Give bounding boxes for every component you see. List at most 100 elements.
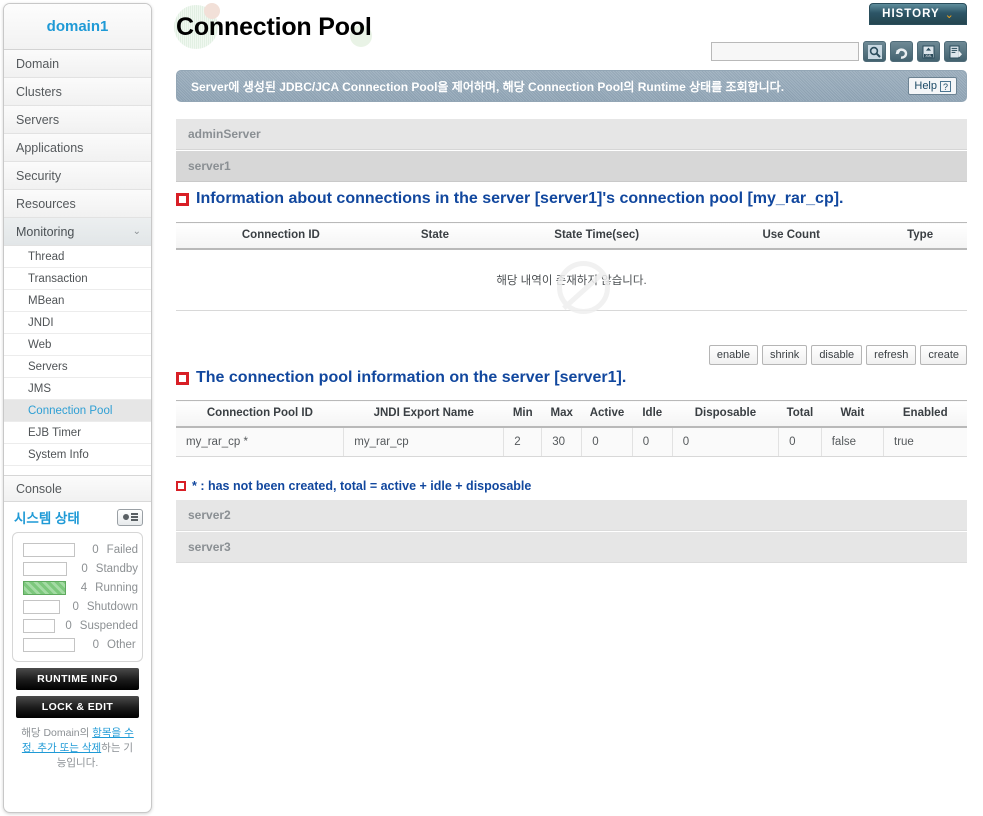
sidebar-subitem-servers[interactable]: Servers (4, 356, 151, 378)
connections-table: Connection ID State State Time(sec) Use Cou… (176, 222, 967, 311)
column-header: Disposable (672, 400, 779, 428)
status-label-running: Running (95, 581, 138, 594)
status-label-shutdown: Shutdown (86, 600, 138, 613)
svg-text:XML: XML (925, 54, 932, 58)
sidebar-submenu: Thread Transaction MBean JNDI Web Servers JMS C… (4, 246, 151, 466)
submenu-spacer (4, 466, 151, 476)
status-count-suspended: 0 (65, 619, 72, 632)
empty-state-message: 해당 내역이 존재하지 않습니다. (176, 248, 967, 311)
laptop-icon[interactable] (117, 508, 143, 526)
help-button[interactable]: Help ? (908, 77, 957, 95)
status-row-suspended: 0 Suspended (17, 616, 138, 635)
server-row-adminserver[interactable]: adminServer (176, 119, 967, 150)
section-heading-connections: Information about connections in the ser… (176, 190, 844, 208)
section-heading-pool-info-text: The connection pool information on the s… (196, 369, 627, 386)
sidebar-nav: Domain Clusters Servers Applications Securit… (4, 50, 151, 246)
server-row-server3[interactable]: server3 (176, 532, 967, 563)
cell-wait: false (821, 426, 885, 457)
search-input[interactable] (711, 42, 859, 61)
page-title: Connection Pool (176, 13, 372, 41)
system-status-header: 시스템 상태 (4, 502, 151, 532)
shrink-button[interactable]: shrink (761, 345, 808, 365)
column-header: Max (541, 400, 582, 428)
status-bar-failed (23, 542, 75, 557)
sidebar-subitem-system-info[interactable]: System Info (4, 444, 151, 466)
column-header: Idle (632, 400, 673, 428)
sidebar: domain1 Domain Clusters Servers Application… (3, 3, 152, 813)
enable-button[interactable]: enable (708, 345, 758, 365)
connection-pool-table-header-row: Connection Pool ID JNDI Export Name Min Max… (176, 400, 967, 428)
server-row-server1[interactable]: server1 (176, 151, 967, 182)
sidebar-subitem-jndi[interactable]: JNDI (4, 312, 151, 334)
column-header: Type (873, 222, 967, 250)
status-count-standby: 0 (81, 562, 88, 575)
sidebar-subitem-mbean[interactable]: MBean (4, 290, 151, 312)
status-row-running: 4 Running (17, 578, 138, 597)
help-button-label: Help (914, 80, 937, 92)
section-marker-icon (176, 192, 189, 206)
table-row[interactable]: my_rar_cp * my_rar_cp 2 30 0 0 0 0 false true (176, 426, 967, 457)
status-label-standby: Standby (95, 562, 138, 575)
sidebar-item-servers[interactable]: Servers (4, 106, 151, 134)
lock-and-edit-button[interactable]: LOCK & EDIT (16, 696, 139, 718)
sidebar-subitem-transaction[interactable]: Transaction (4, 268, 151, 290)
xml-export-icon[interactable]: XML (917, 41, 940, 62)
pool-action-buttons: enable shrink disable refresh create (708, 345, 967, 365)
disable-button[interactable]: disable (811, 345, 863, 365)
sidebar-item-label: Servers (16, 113, 60, 127)
info-banner-text: Server에 생성된 JDBC/JCA Connection Pool을 제어… (191, 79, 785, 94)
column-header: Enabled (883, 400, 967, 428)
column-header: Wait (821, 400, 884, 428)
column-header: Connection ID (176, 222, 386, 250)
status-count-failed: 0 (92, 543, 99, 556)
column-header: Active (581, 400, 633, 428)
sidebar-item-security[interactable]: Security (4, 162, 151, 190)
refresh-button[interactable]: refresh (866, 345, 917, 365)
status-count-running: 4 (80, 581, 88, 594)
status-row-standby: 0 Standby (17, 559, 138, 578)
chevron-down-icon: ⌄ (944, 8, 954, 21)
info-banner: Server에 생성된 JDBC/JCA Connection Pool을 제어… (176, 70, 967, 102)
sidebar-item-console[interactable]: Console (4, 476, 151, 502)
connections-table-header-row: Connection ID State State Time(sec) Use Cou… (176, 222, 967, 250)
create-button[interactable]: create (920, 345, 967, 365)
sidebar-subitem-ejb-timer[interactable]: EJB Timer (4, 422, 151, 444)
cell-total: 0 (778, 426, 822, 457)
search-icon[interactable] (863, 41, 886, 62)
section-heading-connections-text: Information about connections in the ser… (196, 190, 844, 207)
cell-idle: 0 (632, 426, 673, 457)
cell-enabled: true (883, 426, 967, 457)
history-button[interactable]: HISTORY ⌄ (869, 3, 967, 25)
cell-jndi-export-name: my_rar_cp (343, 426, 505, 457)
save-export-icon[interactable] (944, 41, 967, 62)
connection-pool-table: Connection Pool ID JNDI Export Name Min Max… (176, 400, 967, 457)
main-content: Connection Pool HISTORY ⌄ XML Server에 생성… (160, 0, 983, 816)
column-header: Min (503, 400, 542, 428)
sidebar-note-prefix: 해당 Domain의 (21, 727, 93, 739)
legend-marker-icon (176, 481, 186, 491)
sidebar-subitem-jms[interactable]: JMS (4, 378, 151, 400)
sidebar-item-domain[interactable]: Domain (4, 50, 151, 78)
sidebar-item-applications[interactable]: Applications (4, 134, 151, 162)
column-header: State Time(sec) (484, 222, 710, 250)
sidebar-item-label: Monitoring (16, 225, 75, 239)
status-row-other: 0 Other (17, 635, 138, 654)
laptop-icon-lines (130, 513, 138, 521)
sidebar-subitem-connection-pool[interactable]: Connection Pool (4, 400, 151, 422)
column-header: JNDI Export Name (343, 400, 504, 428)
connection-pool-table-body: my_rar_cp * my_rar_cp 2 30 0 0 0 0 false true (176, 426, 967, 457)
status-label-suspended: Suspended (79, 619, 138, 632)
sidebar-subitem-web[interactable]: Web (4, 334, 151, 356)
question-mark-icon: ? (940, 80, 951, 92)
sidebar-item-label: Resources (16, 197, 76, 211)
runtime-info-button[interactable]: RUNTIME INFO (16, 668, 139, 690)
sidebar-item-resources[interactable]: Resources (4, 190, 151, 218)
server-row-server2[interactable]: server2 (176, 500, 967, 531)
sidebar-item-monitoring[interactable]: Monitoring ⌄ (4, 218, 151, 246)
refresh-icon[interactable] (890, 41, 913, 62)
section-heading-pool-info: The connection pool information on the s… (176, 369, 626, 387)
sidebar-subitem-thread[interactable]: Thread (4, 246, 151, 268)
sidebar-item-label: Domain (16, 57, 60, 71)
status-count-other: 0 (92, 638, 99, 651)
sidebar-item-clusters[interactable]: Clusters (4, 78, 151, 106)
